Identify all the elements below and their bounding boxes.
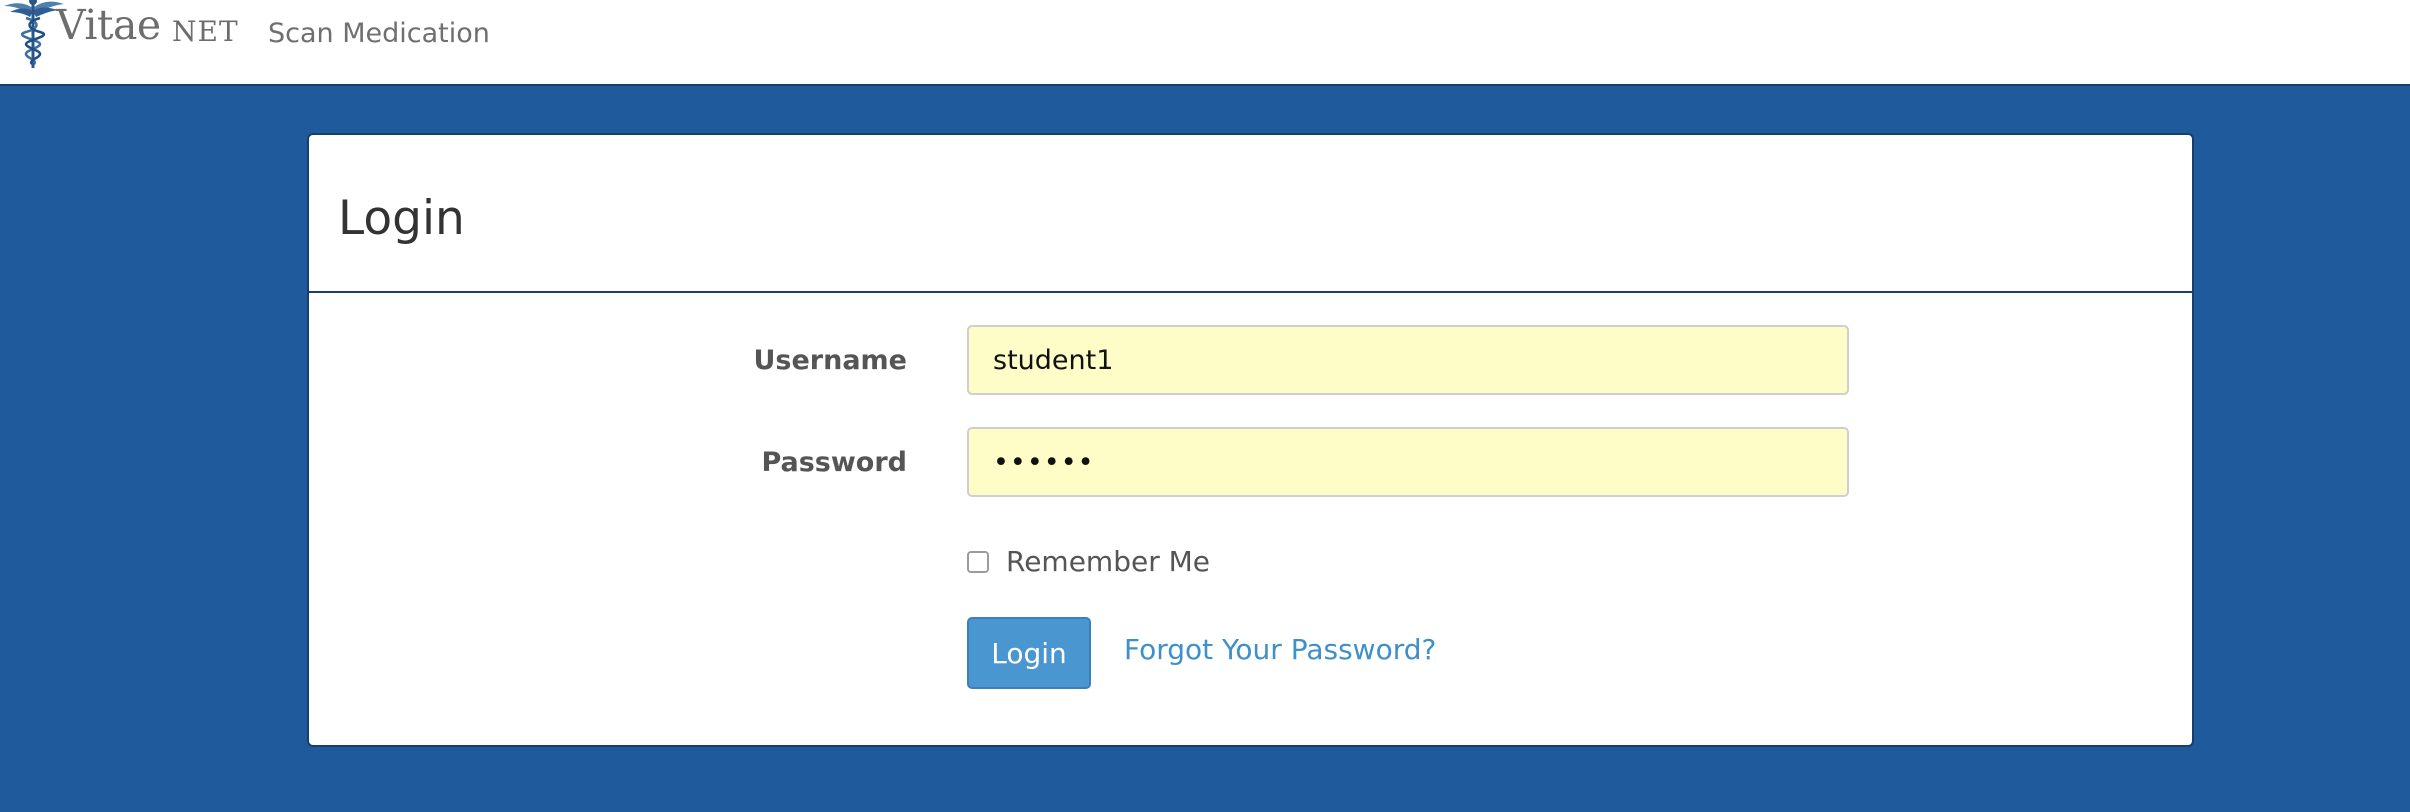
password-input[interactable] [967, 427, 1849, 497]
panel-heading: Login [309, 135, 2192, 293]
password-label: Password [761, 447, 907, 478]
page-title: Login [338, 191, 465, 246]
remember-me-checkbox[interactable] [967, 551, 989, 573]
login-button[interactable]: Login [967, 617, 1091, 689]
remember-me-label[interactable]: Remember Me [1006, 545, 1210, 578]
brand-suffix: NET [172, 15, 239, 48]
nav-link-scan-medication[interactable]: Scan Medication [268, 18, 490, 49]
username-label: Username [753, 345, 907, 376]
login-panel: Login Username Password Remember Me Logi… [307, 133, 2194, 747]
top-navbar: Vitae NET Scan Medication [0, 0, 2410, 86]
brand-name: Vitae [56, 1, 161, 49]
forgot-password-link[interactable]: Forgot Your Password? [1124, 633, 1436, 666]
username-input[interactable] [967, 325, 1849, 395]
